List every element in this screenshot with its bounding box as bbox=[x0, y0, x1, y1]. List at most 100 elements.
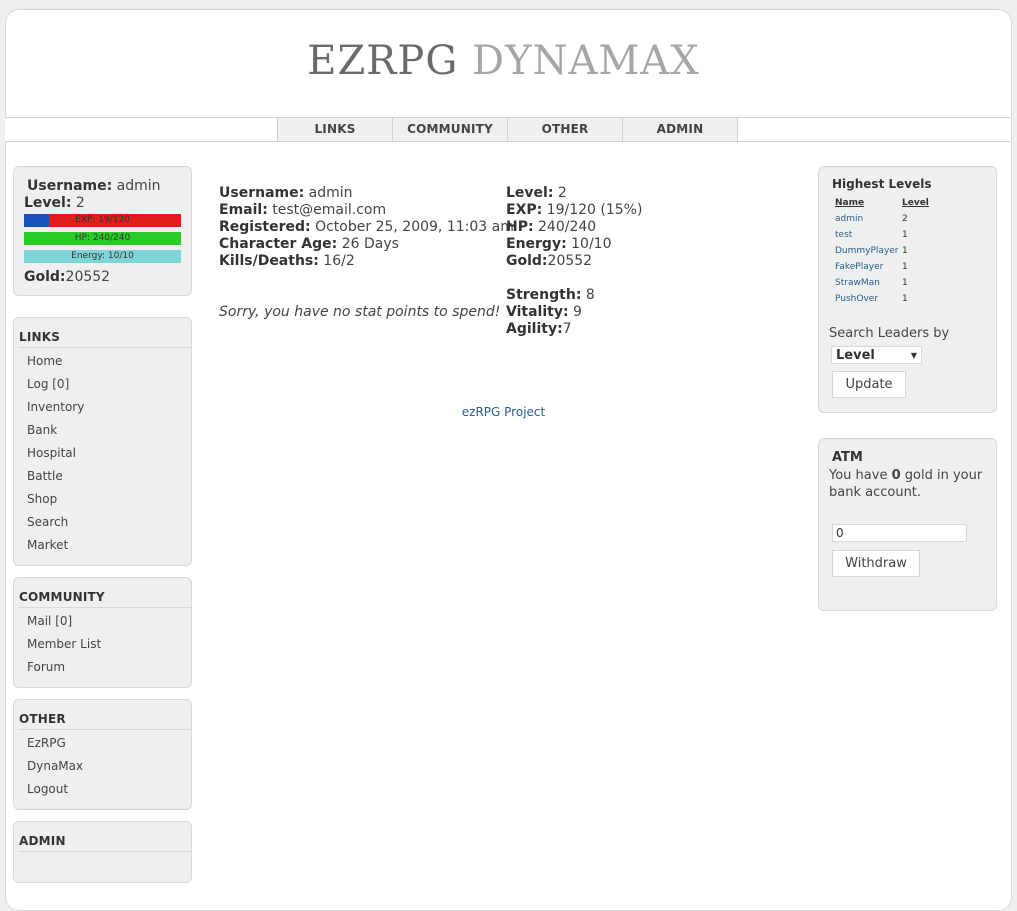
energy-bar: Energy: 10/10 bbox=[24, 250, 181, 263]
player-stats-box: Username: admin Level: 2 EXP: 19/120 HP:… bbox=[13, 166, 192, 296]
other-menu-divider bbox=[18, 729, 191, 730]
menu-item-search[interactable]: Search bbox=[27, 515, 68, 529]
search-leaders-select-value: Level bbox=[836, 348, 875, 363]
profile-left-column: Username: admin Email: test@email.com Re… bbox=[219, 185, 514, 270]
leader-row-name[interactable]: StrawMan bbox=[835, 278, 880, 288]
update-button[interactable]: Update bbox=[832, 371, 906, 398]
search-leaders-select[interactable]: Level ▼ bbox=[831, 346, 922, 364]
admin-menu: ADMIN bbox=[13, 821, 192, 883]
withdraw-button[interactable]: Withdraw bbox=[832, 550, 920, 577]
site-logo[interactable]: EZRPG DYNAMAX bbox=[0, 38, 1007, 84]
leader-row-level: 1 bbox=[902, 294, 908, 304]
logo-part-2: DYNAMAX bbox=[472, 38, 700, 84]
attr-agility-label: Agility: bbox=[506, 321, 563, 337]
profile-username-label: Username: bbox=[219, 185, 305, 201]
nav-tab-other[interactable]: OTHER bbox=[507, 118, 622, 141]
chevron-down-icon: ▼ bbox=[910, 351, 917, 360]
search-leaders-label: Search Leaders by bbox=[829, 326, 950, 341]
profile-level: Level: 2 bbox=[506, 185, 642, 202]
attr-vitality-value: 9 bbox=[568, 304, 582, 320]
menu-item-hospital[interactable]: Hospital bbox=[27, 446, 76, 460]
level-value: 2 bbox=[75, 195, 85, 211]
admin-menu-divider bbox=[18, 851, 191, 852]
menu-item-forum[interactable]: Forum bbox=[27, 660, 65, 674]
no-stat-points-message: Sorry, you have no stat points to spend! bbox=[219, 304, 501, 320]
links-menu-divider bbox=[18, 347, 191, 348]
profile-email-label: Email: bbox=[219, 202, 268, 218]
menu-item-dynamax[interactable]: DynaMax bbox=[27, 759, 83, 773]
gold-line: Gold:20552 bbox=[24, 269, 110, 286]
menu-item-ezrpg[interactable]: EzRPG bbox=[27, 736, 66, 750]
attr-vitality: Vitality: 9 bbox=[506, 304, 595, 321]
profile-right-column: Level: 2 EXP: 19/120 (15%) HP: 240/240 E… bbox=[506, 185, 642, 270]
attr-strength: Strength: 8 bbox=[506, 287, 595, 304]
profile-kills-deaths: Kills/Deaths: 16/2 bbox=[219, 253, 514, 270]
atm-title: ATM bbox=[832, 450, 863, 465]
menu-item-logout[interactable]: Logout bbox=[27, 782, 68, 796]
leader-row-name[interactable]: FakePlayer bbox=[835, 262, 883, 272]
profile-energy: Energy: 10/10 bbox=[506, 236, 642, 253]
menu-item-log[interactable]: Log [0] bbox=[27, 377, 69, 391]
profile-energy-value: 10/10 bbox=[566, 236, 612, 252]
leader-row-level: 1 bbox=[902, 230, 908, 240]
col-header-name: Name bbox=[835, 198, 865, 208]
menu-item-shop[interactable]: Shop bbox=[27, 492, 57, 506]
leader-row-name[interactable]: PushOver bbox=[835, 294, 878, 304]
profile-kills-deaths-value: 16/2 bbox=[318, 253, 355, 269]
profile-level-value: 2 bbox=[553, 185, 567, 201]
menu-item-member-list[interactable]: Member List bbox=[27, 637, 101, 651]
hp-bar-text: HP: 240/240 bbox=[74, 233, 131, 243]
profile-email-value: test@email.com bbox=[267, 202, 387, 218]
withdraw-amount-input[interactable] bbox=[832, 524, 967, 542]
username-value: admin bbox=[116, 178, 161, 194]
attr-agility: Agility:7 bbox=[506, 321, 595, 338]
menu-item-battle[interactable]: Battle bbox=[27, 469, 63, 483]
attr-strength-label: Strength: bbox=[506, 287, 582, 303]
leader-row-name[interactable]: DummyPlayer bbox=[835, 246, 899, 256]
leader-row-name[interactable]: admin bbox=[835, 214, 863, 224]
menu-item-bank[interactable]: Bank bbox=[27, 423, 57, 437]
profile-energy-label: Energy: bbox=[506, 236, 567, 252]
community-menu: COMMUNITY Mail [0] Member List Forum bbox=[13, 577, 192, 688]
gold-label: Gold: bbox=[24, 269, 66, 285]
profile-username-value: admin bbox=[304, 185, 353, 201]
profile-registered-label: Registered: bbox=[219, 219, 311, 235]
atm-text-before: You have bbox=[829, 468, 892, 483]
profile-kills-deaths-label: Kills/Deaths: bbox=[219, 253, 319, 269]
profile-character-age-value: 26 Days bbox=[337, 236, 399, 252]
level-label: Level: bbox=[24, 195, 72, 211]
profile-gold-value: 20552 bbox=[547, 253, 593, 269]
other-menu-title: OTHER bbox=[19, 712, 66, 726]
exp-bar-fill bbox=[24, 214, 49, 227]
leader-row-level: 1 bbox=[902, 278, 908, 288]
hp-bar: HP: 240/240 bbox=[24, 232, 181, 245]
profile-hp-label: HP: bbox=[506, 219, 534, 235]
level-line: Level: 2 bbox=[24, 195, 85, 212]
leader-row-level: 1 bbox=[902, 246, 908, 256]
leader-row-level: 1 bbox=[902, 262, 908, 272]
highest-levels-box: Highest Levels Name Level admin 2 test 1… bbox=[818, 166, 997, 413]
profile-registered: Registered: October 25, 2009, 11:03 am bbox=[219, 219, 514, 236]
profile-character-age-label: Character Age: bbox=[219, 236, 338, 252]
community-menu-divider bbox=[18, 607, 191, 608]
menu-item-home[interactable]: Home bbox=[27, 354, 62, 368]
nav-tab-admin[interactable]: ADMIN bbox=[622, 118, 738, 141]
menu-item-mail[interactable]: Mail [0] bbox=[27, 614, 72, 628]
leader-row-name[interactable]: test bbox=[835, 230, 852, 240]
nav-tab-links[interactable]: LINKS bbox=[277, 118, 392, 141]
highest-levels-title: Highest Levels bbox=[832, 177, 932, 191]
gold-value: 20552 bbox=[65, 269, 111, 285]
nav-tab-community[interactable]: COMMUNITY bbox=[392, 118, 507, 141]
profile-exp: EXP: 19/120 (15%) bbox=[506, 202, 642, 219]
profile-username: Username: admin bbox=[219, 185, 514, 202]
profile-hp-value: 240/240 bbox=[533, 219, 597, 235]
exp-bar: EXP: 19/120 bbox=[24, 214, 181, 227]
attr-agility-value: 7 bbox=[562, 321, 572, 337]
menu-item-market[interactable]: Market bbox=[27, 538, 68, 552]
profile-attributes: Strength: 8 Vitality: 9 Agility:7 bbox=[506, 287, 595, 338]
profile-registered-value: October 25, 2009, 11:03 am bbox=[310, 219, 514, 235]
nav-bar: LINKS COMMUNITY OTHER ADMIN bbox=[5, 117, 1010, 142]
links-menu-title: LINKS bbox=[19, 330, 61, 344]
logo-part-1: EZRPG bbox=[307, 38, 459, 84]
profile-hp: HP: 240/240 bbox=[506, 219, 642, 236]
